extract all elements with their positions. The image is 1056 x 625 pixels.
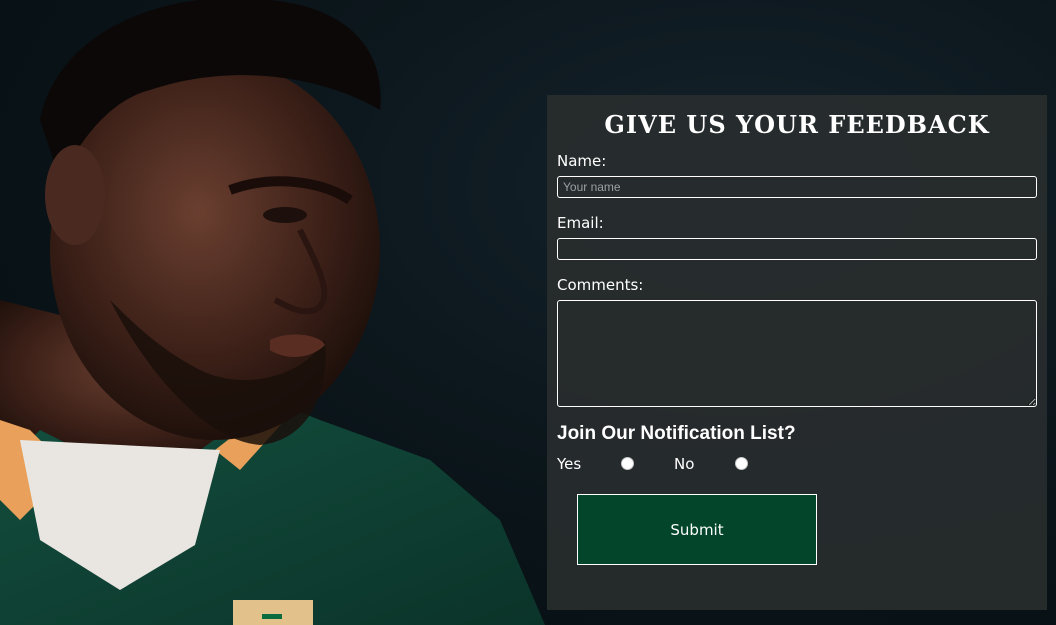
comments-label: Comments: [557,276,644,294]
form-title: GIVE US YOUR FEEDBACK [604,110,990,139]
comments-textarea[interactable] [557,300,1037,407]
name-input[interactable] [557,176,1037,198]
no-radio[interactable] [735,457,748,470]
submit-button[interactable]: Submit [577,494,817,565]
rugby-player-photo [0,0,545,625]
notification-heading: Join Our Notification List? [557,423,796,444]
email-input[interactable] [557,238,1037,260]
feedback-form-panel: GIVE US YOUR FEEDBACK Name: Email: Comme… [547,95,1047,610]
no-label: No [674,455,695,473]
email-label: Email: [557,214,604,232]
yes-label: Yes [557,455,582,473]
name-label: Name: [557,152,607,170]
yes-radio[interactable] [621,457,634,470]
